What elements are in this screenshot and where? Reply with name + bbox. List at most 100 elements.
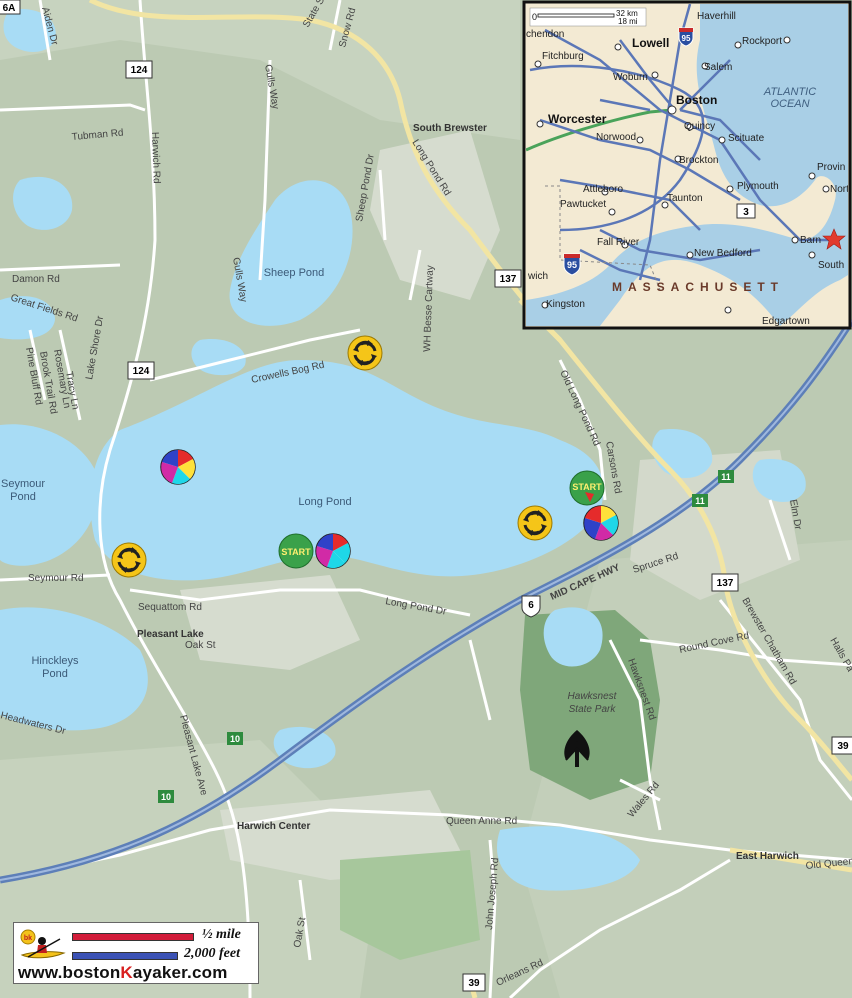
inset-scituate: Scituate bbox=[728, 133, 765, 144]
svg-text:11: 11 bbox=[721, 472, 731, 482]
exit-10-badge-a: 10 bbox=[227, 732, 243, 745]
inset-taunton: Taunton bbox=[667, 193, 703, 204]
svg-text:124: 124 bbox=[131, 65, 148, 76]
inset-fitchburg: Fitchburg bbox=[542, 51, 584, 62]
svg-text:6A: 6A bbox=[3, 3, 16, 14]
svg-text:10: 10 bbox=[230, 734, 240, 744]
inset-attleboro: Attleboro bbox=[583, 184, 623, 195]
route-39-shield-right: 39 bbox=[831, 736, 852, 755]
inset-route-95-top: 95 bbox=[678, 27, 694, 47]
hinckleys-pond-label-line1: Hinckleys bbox=[31, 655, 79, 667]
inset-kingston: Kingston bbox=[546, 299, 585, 310]
pleasant-lake-label: Pleasant Lake bbox=[137, 629, 204, 640]
start-marker[interactable]: START bbox=[569, 470, 605, 506]
map-canvas[interactable]: Seymour Pond Sheep Pond Long Pond Hinckl… bbox=[0, 0, 852, 998]
half-mile-label: ½ mile bbox=[202, 927, 241, 942]
svg-text:0: 0 bbox=[532, 12, 537, 22]
route-124-shield-mid: 124 bbox=[127, 361, 155, 380]
inset-provincetown: Provin bbox=[817, 162, 845, 173]
sequattom-rd-label: Sequattom Rd bbox=[138, 602, 202, 613]
loop-route-icon[interactable] bbox=[111, 542, 147, 578]
inset-ocean-label-line1: ATLANTIC bbox=[763, 86, 816, 98]
svg-text:39: 39 bbox=[468, 978, 480, 989]
url-suffix: ayaker.com bbox=[132, 963, 228, 982]
inset-map[interactable]: 95 95 3 Haverhill Lowell chendon Rockpor… bbox=[522, 0, 852, 330]
url-prefix: www.boston bbox=[18, 963, 121, 982]
feet-scale-bar bbox=[72, 952, 178, 960]
pond-water bbox=[543, 607, 603, 667]
beach-icon[interactable] bbox=[315, 533, 351, 569]
route-137-shield-bottom: 137 bbox=[711, 573, 739, 592]
loop-route-icon[interactable] bbox=[347, 335, 383, 371]
svg-text:137: 137 bbox=[717, 578, 734, 589]
route-39-shield-bottom: 39 bbox=[462, 973, 486, 992]
route-6-shield: 6 bbox=[521, 595, 541, 618]
svg-text:137: 137 bbox=[500, 274, 517, 285]
queen-anne-rd-label: Queen Anne Rd bbox=[446, 816, 517, 827]
exit-10-badge-b: 10 bbox=[158, 790, 174, 803]
hawksnest-label-line2: State Park bbox=[569, 704, 617, 715]
long-pond-label: Long Pond bbox=[298, 496, 351, 508]
svg-text:6: 6 bbox=[528, 600, 534, 611]
route-124-shield-top: 124 bbox=[125, 60, 153, 79]
hinckleys-pond-label-line2: Pond bbox=[42, 668, 68, 680]
seymour-pond-label-line2: Pond bbox=[10, 491, 36, 503]
inset-state-label: MASSACHUSETT bbox=[612, 280, 784, 294]
map-svg[interactable]: Seymour Pond Sheep Pond Long Pond Hinckl… bbox=[0, 0, 852, 998]
inset-chendon: chendon bbox=[526, 29, 564, 40]
inset-brockton: Brockton bbox=[679, 155, 718, 166]
scale-legend: bk ½ mile 2,000 feet www.bostonKayaker.c… bbox=[13, 922, 259, 984]
seymour-pond-label-line1: Seymour bbox=[1, 478, 45, 490]
svg-text:95: 95 bbox=[567, 260, 577, 270]
loop-route-icon[interactable] bbox=[517, 505, 553, 541]
svg-text:bk: bk bbox=[24, 935, 32, 942]
inset-lowell: Lowell bbox=[632, 36, 669, 50]
exit-11-badge-a: 11 bbox=[718, 470, 734, 483]
inset-plymouth: Plymouth bbox=[737, 181, 779, 192]
svg-text:START: START bbox=[281, 547, 311, 557]
hawksnest-label-line1: Hawksnest bbox=[568, 691, 618, 702]
inset-woburn: Woburn bbox=[613, 72, 648, 83]
exit-11-badge-b: 11 bbox=[692, 494, 708, 507]
route-6a-shield: 6A bbox=[0, 0, 21, 15]
route-137-shield-top: 137 bbox=[494, 269, 522, 288]
beach-icon[interactable] bbox=[160, 449, 196, 485]
url-k: K bbox=[120, 963, 133, 982]
inset-barnstable: Barn bbox=[800, 235, 821, 246]
svg-text:18 mi: 18 mi bbox=[618, 17, 638, 26]
svg-text:11: 11 bbox=[695, 496, 705, 506]
svg-text:10: 10 bbox=[161, 792, 171, 802]
svg-text:39: 39 bbox=[837, 741, 849, 752]
east-harwich-label: East Harwich bbox=[736, 851, 799, 862]
inset-fall-river: Fall River bbox=[597, 237, 640, 248]
inset-south: South bbox=[818, 260, 844, 271]
oak-st-label: Oak St bbox=[185, 640, 216, 651]
damon-rd-label: Damon Rd bbox=[12, 274, 60, 285]
inset-new-bedford: New Bedford bbox=[694, 248, 752, 259]
harwich-center-label: Harwich Center bbox=[237, 821, 310, 832]
half-mile-scale-bar bbox=[72, 933, 194, 941]
harwich-rd-label: Harwich Rd bbox=[149, 132, 162, 184]
svg-text:95: 95 bbox=[682, 34, 691, 43]
website-url[interactable]: www.bostonKayaker.com bbox=[18, 963, 228, 983]
inset-salem: Salem bbox=[704, 62, 732, 73]
inset-route-95-bottom: 95 bbox=[563, 253, 581, 276]
inset-boston: Boston bbox=[676, 93, 717, 107]
inset-wich: wich bbox=[527, 271, 548, 282]
beach-icon[interactable] bbox=[583, 505, 619, 541]
feet-label: 2,000 feet bbox=[184, 946, 240, 961]
svg-text:124: 124 bbox=[133, 366, 150, 377]
inset-quincy: Quincy bbox=[684, 121, 715, 132]
svg-text:3: 3 bbox=[743, 207, 749, 218]
inset-route-3-shield: 3 bbox=[736, 203, 756, 219]
boston-kayaker-logo-icon: bk bbox=[20, 927, 66, 961]
seymour-rd-label: Seymour Rd bbox=[28, 573, 84, 584]
south-brewster-label: South Brewster bbox=[413, 123, 487, 134]
inset-edgartown: Edgartown bbox=[762, 316, 810, 327]
start-marker[interactable]: START bbox=[278, 533, 314, 569]
inset-scale-bar: 0 32 km 18 mi bbox=[529, 7, 647, 27]
inset-ocean-label-line2: OCEAN bbox=[770, 98, 809, 110]
inset-worcester: Worcester bbox=[548, 112, 607, 126]
inset-norwood: Norwood bbox=[596, 132, 636, 143]
svg-text:START: START bbox=[572, 482, 602, 492]
